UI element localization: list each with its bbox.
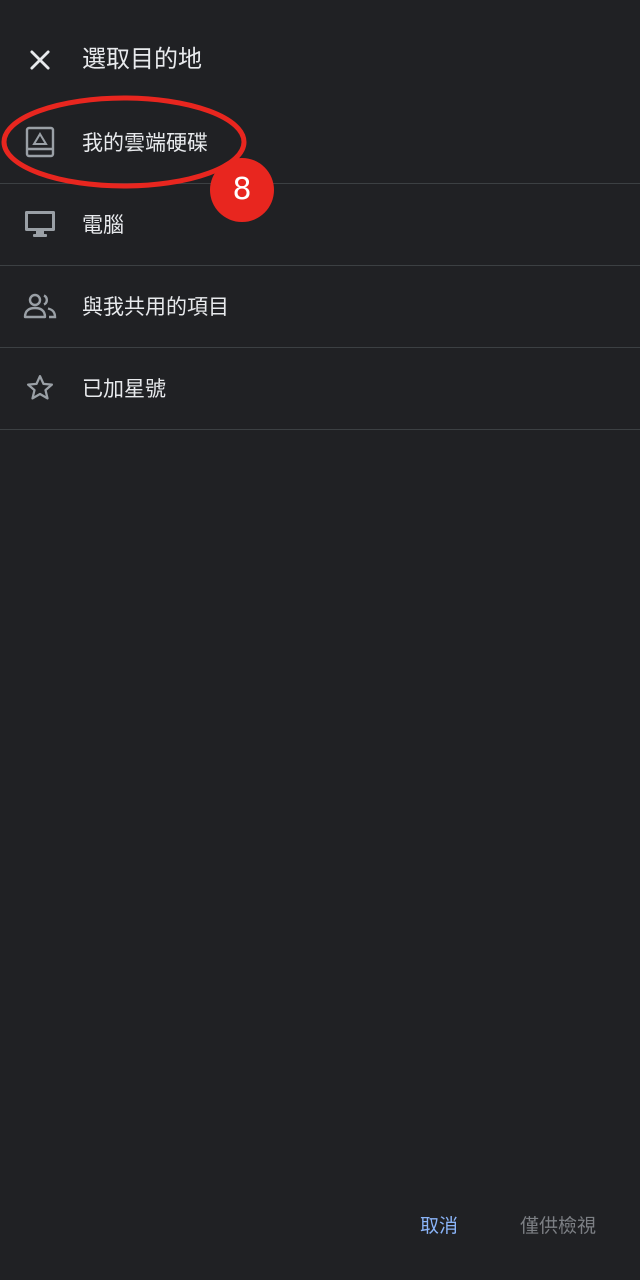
destination-label: 與我共用的項目 — [82, 295, 229, 319]
page-title: 選取目的地 — [82, 45, 202, 73]
close-button[interactable] — [16, 36, 64, 84]
computer-icon — [20, 204, 60, 244]
annotation-badge: 8 — [210, 158, 274, 222]
destination-starred[interactable]: 已加星號 — [0, 348, 640, 430]
header: 選取目的地 — [0, 0, 640, 102]
cancel-button[interactable]: 取消 — [402, 1208, 476, 1244]
close-icon — [30, 50, 50, 70]
destination-label: 已加星號 — [82, 377, 166, 401]
star-outline-icon — [20, 368, 60, 408]
destination-label: 電腦 — [82, 213, 124, 237]
destination-shared-with-me[interactable]: 與我共用的項目 — [0, 266, 640, 348]
destination-label: 我的雲端硬碟 — [82, 131, 208, 155]
destination-my-drive[interactable]: 我的雲端硬碟 — [0, 102, 640, 184]
footer: 取消 僅供檢視 — [0, 1190, 640, 1260]
destination-list: 我的雲端硬碟 電腦 與我共用的項目 已加星號 — [0, 102, 640, 430]
view-only-button: 僅供檢視 — [519, 1215, 596, 1237]
shared-people-icon — [20, 286, 60, 326]
destination-computers[interactable]: 電腦 — [0, 184, 640, 266]
drive-icon — [20, 122, 60, 162]
